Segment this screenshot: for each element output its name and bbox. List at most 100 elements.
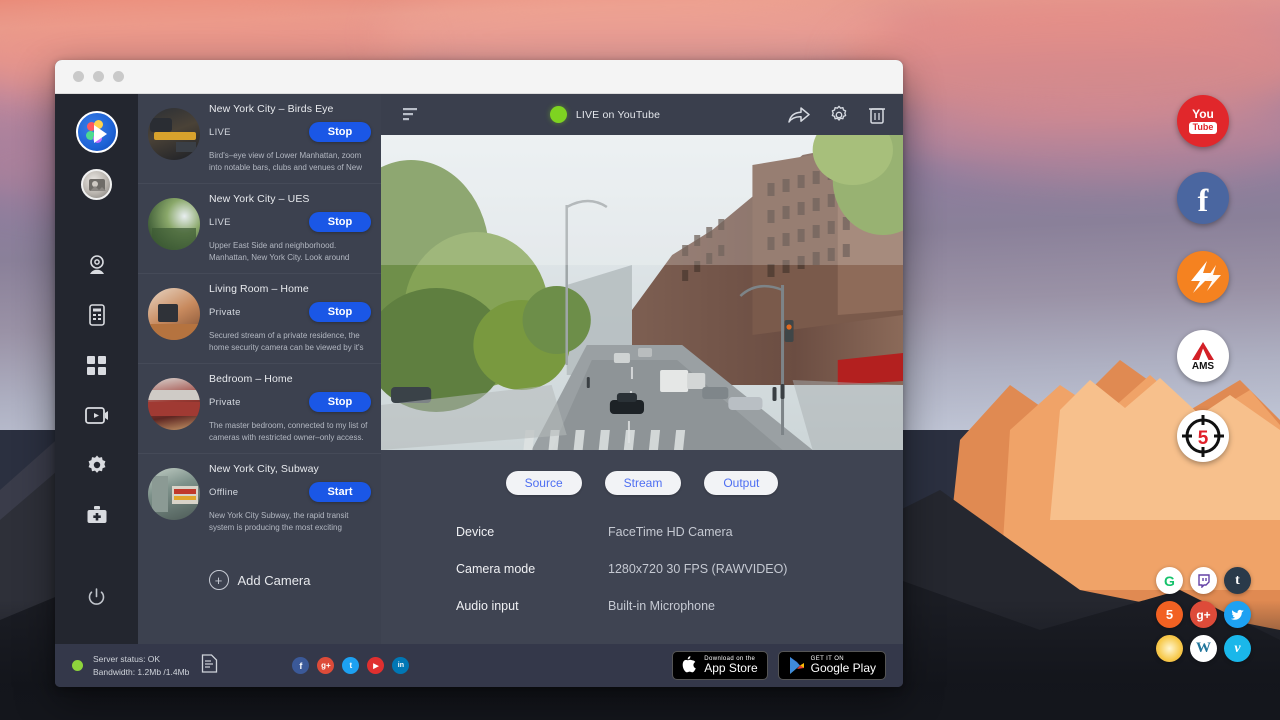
gear-icon [829,105,849,125]
avatar-photo-icon [87,175,107,195]
adobe-a-icon [1190,341,1216,361]
video-preview[interactable] [381,135,903,450]
facebook-desktop-icon[interactable]: f [1177,172,1229,224]
target5-desktop-icon[interactable]: 5 [1177,410,1229,462]
camera-action-button[interactable]: Stop [309,302,371,322]
window-body: New York City – Birds Eye LIVE Stop Bird… [55,94,903,644]
sidebar-item-support[interactable] [72,490,122,540]
camera-action-button[interactable]: Stop [309,122,371,142]
window-minimize-button[interactable] [93,71,104,82]
sidebar-item-webcam[interactable] [72,240,122,290]
tab-source[interactable]: Source [506,471,582,495]
camera-status: LIVE [209,127,231,138]
grammarly-icon[interactable]: G [1156,567,1183,594]
camera-list[interactable]: New York City – Birds Eye LIVE Stop Bird… [138,94,381,644]
googleplus-icon[interactable]: g+ [317,657,334,674]
grid-icon [86,355,107,376]
camera-status-row: LIVE Stop [209,122,371,142]
lightning-desktop-icon[interactable] [1177,251,1229,303]
trash-icon [868,105,886,125]
window-close-button[interactable] [73,71,84,82]
plus-icon: + [209,570,229,590]
camera-title: New York City, Subway [209,463,371,475]
sort-icon[interactable] [398,106,422,123]
camera-title: New York City – Birds Eye [209,103,371,115]
info-row: Camera mode 1280x720 30 FPS (RAWVIDEO) [456,562,903,576]
camera-details: Living Room – Home Private Stop Secured … [209,283,371,354]
camera-status: Offline [209,487,238,498]
info-row: Device FaceTime HD Camera [456,525,903,539]
twitter-icon[interactable]: t [342,657,359,674]
camera-status-row: LIVE Stop [209,212,371,232]
google-play-badge[interactable]: GET IT ON Google Play [778,651,886,680]
source-info-table: Device FaceTime HD Camera Camera mode 12… [381,495,903,636]
sidebar-item-power[interactable] [72,572,122,622]
settings-button[interactable] [829,105,849,125]
twitch-icon[interactable] [1190,567,1217,594]
social-links: f g+ t ▶ in [292,657,409,674]
camera-action-button[interactable]: Stop [309,212,371,232]
adobe-ams-desktop-icon[interactable]: AMS [1177,330,1229,382]
info-key: Device [456,525,608,539]
apple-icon [682,656,698,675]
add-camera-label: Add Camera [238,573,311,588]
camera-details: New York City – UES LIVE Stop Upper East… [209,193,371,264]
tumblr-icon[interactable]: t [1224,567,1251,594]
googleplus-small-icon[interactable]: g+ [1190,601,1217,628]
tab-stream[interactable]: Stream [605,471,682,495]
live-label: LIVE on YouTube [576,109,660,121]
flare-icon[interactable] [1156,635,1183,662]
camera-list-item[interactable]: New York City – Birds Eye LIVE Stop Bird… [138,94,381,184]
youtube-icon[interactable]: ▶ [367,657,384,674]
info-key: Audio input [456,599,608,613]
app-store-badges: Download on the App Store GET IT ON Goog… [672,651,886,680]
camera-action-button[interactable]: Start [309,482,371,502]
camera-list-item[interactable]: Living Room – Home Private Stop Secured … [138,274,381,364]
share-icon [788,106,810,124]
camera-thumbnail [148,288,200,340]
window-maximize-button[interactable] [113,71,124,82]
app-store-badge[interactable]: Download on the App Store [672,651,767,680]
linkedin-icon[interactable]: in [392,657,409,674]
info-key: Camera mode [456,562,608,576]
add-camera-button[interactable]: + Add Camera [138,543,381,590]
five-icon[interactable]: 5 [1156,601,1183,628]
camera-status-row: Private Stop [209,392,371,412]
sidebar-item-settings[interactable] [72,440,122,490]
youtube-desktop-icon[interactable]: You Tube [1177,95,1229,147]
sidebar-item-device[interactable] [72,290,122,340]
power-icon [87,588,106,607]
live-dot-icon [550,106,567,123]
camera-status-row: Offline Start [209,482,371,502]
camera-thumbnail [148,378,200,430]
share-button[interactable] [788,106,810,124]
camera-action-button[interactable]: Stop [309,392,371,412]
camera-description: Bird's–eye view of Lower Manhattan, zoom… [209,150,371,174]
twitch-glyph-icon [1197,574,1211,588]
info-value: Built-in Microphone [608,599,715,613]
live-status-indicator: LIVE on YouTube [436,106,774,123]
gear-icon [86,454,108,476]
app-logo[interactable] [76,111,118,153]
twitter-small-icon[interactable] [1224,601,1251,628]
main-panel: LIVE on YouTube [381,94,903,644]
camera-thumbnail [148,198,200,250]
camera-list-item[interactable]: Bedroom – Home Private Stop The master b… [138,364,381,454]
device-icon [87,304,107,326]
tab-output[interactable]: Output [704,471,778,495]
crosshair-icon: 5 [1180,413,1226,459]
camera-title: Living Room – Home [209,283,371,295]
camera-list-item[interactable]: New York City, Subway Offline Start New … [138,454,381,543]
app-window: New York City – Birds Eye LIVE Stop Bird… [55,60,903,687]
vimeo-icon[interactable]: v [1224,635,1251,662]
wordpress-icon[interactable]: W [1190,635,1217,662]
camera-status-row: Private Stop [209,302,371,322]
sidebar-item-dashboard[interactable] [72,340,122,390]
log-document-button[interactable] [201,654,218,678]
delete-button[interactable] [868,105,886,125]
user-avatar[interactable] [81,169,112,200]
sidebar-item-video[interactable] [72,390,122,440]
camera-title: New York City – UES [209,193,371,205]
facebook-icon[interactable]: f [292,657,309,674]
camera-list-item[interactable]: New York City – UES LIVE Stop Upper East… [138,184,381,274]
